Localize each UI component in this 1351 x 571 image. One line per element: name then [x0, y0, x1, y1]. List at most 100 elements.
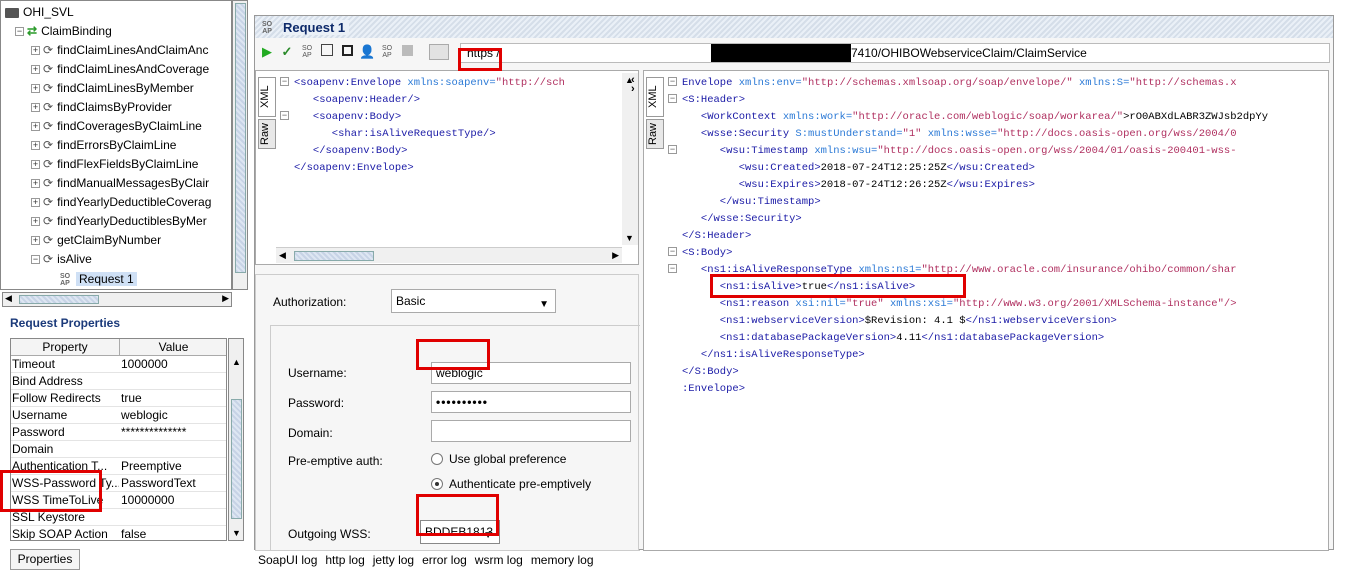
tab-xml[interactable]: XML [646, 77, 664, 117]
tree-vertical-scrollbar[interactable] [232, 0, 248, 290]
scroll-thumb[interactable] [235, 3, 246, 273]
tree-operation[interactable]: − ⟳ isAlive [31, 250, 92, 269]
split-arrows-icon[interactable]: ‹ › [631, 75, 635, 95]
tree-operation[interactable]: + ⟳ findManualMessagesByClair [31, 174, 209, 193]
scroll-thumb[interactable] [19, 295, 99, 304]
property-value[interactable]: PasswordText [121, 475, 226, 492]
stop-icon[interactable] [399, 44, 415, 60]
response-xml-content[interactable]: Envelope xmlns:env="http://schemas.xmlso… [682, 75, 1326, 398]
fold-toggle-icon[interactable]: − [668, 77, 677, 86]
fold-toggle-icon[interactable]: − [668, 94, 677, 103]
authorization-select[interactable]: Basic ▼ [391, 289, 556, 313]
expand-icon[interactable]: + [31, 217, 40, 227]
request-xml-editor[interactable]: XML Raw − − <soapenv:Envelope xmlns:soap… [255, 70, 639, 265]
tree-request-1[interactable]: SO AP Request 1 [59, 270, 137, 289]
collapse-icon[interactable]: − [15, 27, 24, 37]
log-tab[interactable]: jetty log [373, 553, 414, 567]
log-tab[interactable]: memory log [531, 553, 594, 567]
user-icon[interactable]: 👤 [359, 44, 375, 60]
radio-authenticate-preemptively[interactable]: Authenticate pre-emptively [431, 477, 591, 491]
log-tab[interactable]: SoapUI log [258, 553, 317, 567]
log-tab[interactable]: wsrm log [475, 553, 523, 567]
expand-icon[interactable]: + [31, 160, 40, 170]
property-value[interactable]: true [121, 390, 226, 407]
endpoint-dropdown-icon[interactable] [429, 44, 449, 60]
scroll-left-icon[interactable]: ◀ [279, 250, 286, 261]
scroll-down-icon[interactable]: ▼ [232, 528, 241, 538]
properties-button[interactable]: Properties [10, 549, 80, 570]
tab-raw[interactable]: Raw [258, 119, 276, 149]
expand-icon[interactable]: + [31, 84, 40, 94]
radio-global-preference[interactable]: Use global preference [431, 452, 566, 466]
tree-operation[interactable]: + ⟳ getClaimByNumber [31, 231, 161, 250]
tree-operation[interactable]: + ⟳ findClaimsByProvider [31, 98, 172, 117]
scroll-left-icon[interactable]: ◀ [5, 293, 12, 304]
tree-operation[interactable]: + ⟳ findCoveragesByClaimLine [31, 117, 202, 136]
tree-operation[interactable]: + ⟳ findYearlyDeductibleCoverag [31, 193, 211, 212]
fold-toggle-icon[interactable]: − [280, 111, 289, 120]
tree-operation[interactable]: + ⟳ findClaimLinesByMember [31, 79, 194, 98]
fold-toggle-icon[interactable]: − [668, 145, 677, 154]
log-tab[interactable]: error log [422, 553, 467, 567]
expand-icon[interactable]: + [31, 103, 40, 113]
expand-icon[interactable]: + [31, 65, 40, 75]
fold-toggle-icon[interactable]: − [668, 264, 677, 273]
tree-operation[interactable]: + ⟳ findYearlyDeductiblesByMer [31, 212, 207, 231]
collapse-icon[interactable]: − [31, 255, 40, 265]
validate-icon[interactable]: ✓ [279, 44, 295, 60]
domain-field[interactable] [431, 420, 631, 442]
property-value[interactable]: 1000000 [121, 356, 226, 373]
property-row[interactable]: Timeout 1000000 [11, 356, 226, 373]
tab-raw[interactable]: Raw [646, 119, 664, 149]
soap-endpoint-icon[interactable]: SO AP [379, 44, 395, 60]
tree-binding[interactable]: − ⇄ ClaimBinding [15, 22, 112, 41]
log-tab[interactable]: http log [325, 553, 364, 567]
expand-icon[interactable]: + [31, 122, 40, 132]
scroll-right-icon[interactable]: ▶ [222, 293, 229, 304]
property-value[interactable]: ************** [121, 424, 226, 441]
tree-operation[interactable]: + ⟳ findFlexFieldsByClaimLine [31, 155, 198, 174]
project-tree[interactable]: OHI_SVL − ⇄ ClaimBinding + ⟳ findClaimLinesA… [0, 0, 232, 290]
run-icon[interactable]: ▶ [259, 44, 275, 60]
tree-horizontal-scrollbar[interactable]: ◀ ▶ [2, 292, 232, 307]
soap-action-icon[interactable]: SO AP [299, 44, 315, 60]
property-row[interactable]: Password ************** [11, 424, 226, 441]
expand-icon[interactable]: + [31, 141, 40, 151]
request-xml-content[interactable]: <soapenv:Envelope xmlns:soapenv="http://… [294, 75, 618, 177]
scroll-up-icon[interactable]: ▲ [232, 357, 241, 367]
tree-operation[interactable]: + ⟳ findClaimLinesAndClaimAnc [31, 41, 208, 60]
tree-root[interactable]: OHI_SVL [5, 3, 74, 22]
expand-icon[interactable]: + [31, 46, 40, 56]
scroll-thumb[interactable] [231, 399, 242, 519]
property-row[interactable]: Skip SOAP Action false [11, 526, 226, 540]
expand-icon[interactable]: + [31, 198, 40, 208]
tab-xml[interactable]: XML [258, 77, 276, 117]
request-horizontal-scrollbar[interactable]: ◀ ▶ [276, 247, 622, 263]
property-value[interactable]: Preemptive [121, 458, 226, 475]
endpoint-url-field[interactable]: https / 7410/OHIBOWebserviceClaim/ClaimS… [460, 43, 1330, 63]
column-header-value[interactable]: Value [120, 339, 226, 356]
tree-operation[interactable]: + ⟳ findClaimLinesAndCoverage [31, 60, 209, 79]
expand-icon[interactable]: + [31, 236, 40, 246]
properties-scrollbar[interactable]: ▲ ▼ [228, 338, 244, 541]
property-value[interactable]: weblogic [121, 407, 226, 424]
tree-operation[interactable]: + ⟳ findErrorsByClaimLine [31, 136, 176, 155]
property-value[interactable]: 10000000 [121, 492, 226, 509]
format-icon[interactable] [319, 44, 335, 60]
scroll-thumb[interactable] [294, 251, 374, 261]
column-header-property[interactable]: Property [11, 339, 120, 356]
fold-toggle-icon[interactable]: − [668, 247, 677, 256]
request-vertical-scrollbar[interactable]: ▲ ▼ [622, 73, 638, 245]
property-row[interactable]: Domain [11, 441, 226, 458]
maximize-icon[interactable] [339, 44, 355, 60]
response-xml-editor[interactable]: XML Raw − − − − − Envelope xmlns:env="ht… [643, 70, 1329, 551]
property-value[interactable]: false [121, 526, 226, 540]
password-field[interactable]: •••••••••• [431, 391, 631, 413]
fold-toggle-icon[interactable]: − [280, 77, 289, 86]
scroll-right-icon[interactable]: ▶ [612, 250, 619, 261]
property-row[interactable]: Follow Redirects true [11, 390, 226, 407]
property-row[interactable]: Username weblogic [11, 407, 226, 424]
scroll-down-icon[interactable]: ▼ [625, 233, 634, 243]
property-row[interactable]: Bind Address [11, 373, 226, 390]
expand-icon[interactable]: + [31, 179, 40, 189]
